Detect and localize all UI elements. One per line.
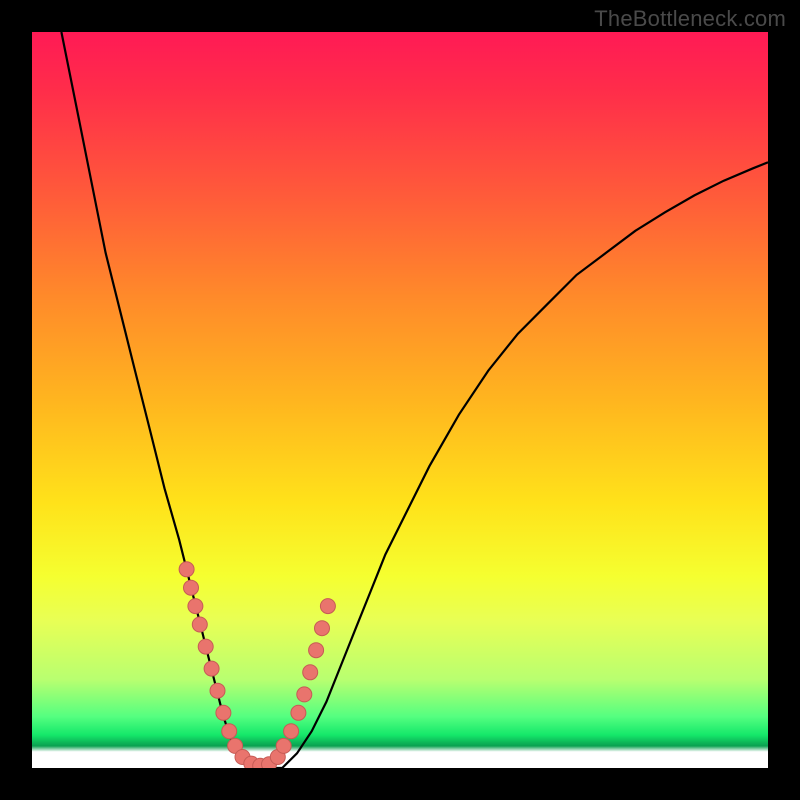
data-marker bbox=[315, 621, 330, 636]
data-marker bbox=[198, 639, 213, 654]
curve-layer bbox=[32, 32, 768, 768]
data-marker bbox=[309, 643, 324, 658]
data-marker bbox=[192, 617, 207, 632]
bottleneck-curve bbox=[61, 32, 768, 768]
data-marker bbox=[204, 661, 219, 676]
data-marker bbox=[184, 580, 199, 595]
data-marker bbox=[320, 599, 335, 614]
data-marker bbox=[303, 665, 318, 680]
data-marker bbox=[284, 724, 299, 739]
data-marker bbox=[216, 705, 231, 720]
data-markers bbox=[179, 562, 335, 768]
data-marker bbox=[291, 705, 306, 720]
chart-frame: TheBottleneck.com bbox=[0, 0, 800, 800]
data-marker bbox=[210, 683, 225, 698]
data-marker bbox=[222, 724, 237, 739]
plot-area bbox=[32, 32, 768, 768]
data-marker bbox=[188, 599, 203, 614]
data-marker bbox=[276, 738, 291, 753]
data-marker bbox=[179, 562, 194, 577]
data-marker bbox=[297, 687, 312, 702]
watermark-text: TheBottleneck.com bbox=[594, 6, 786, 32]
